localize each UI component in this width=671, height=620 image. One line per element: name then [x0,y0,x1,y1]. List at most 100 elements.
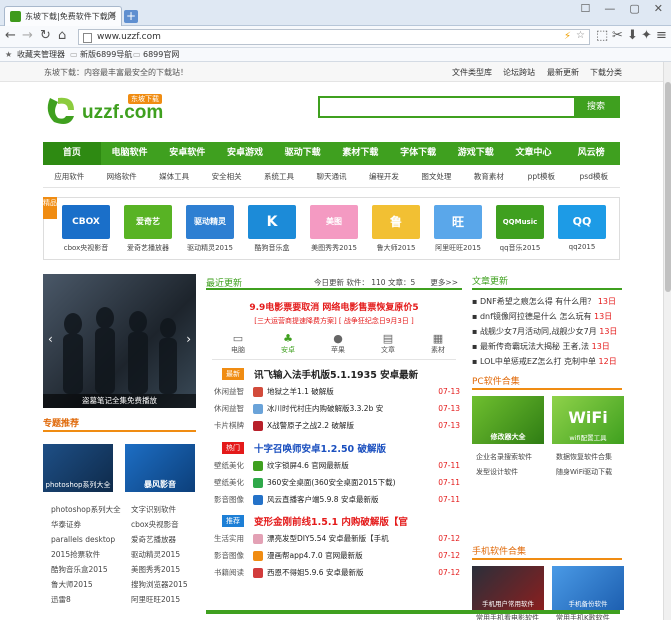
address-bar[interactable]: www.uzzf.com ⚡ ☆ [78,29,590,45]
list-item[interactable]: 驱动精灵2015 [131,547,188,562]
list-item[interactable]: ▪ LOL中单惩戒EZ怎么打 克制中单 12日 [472,354,617,369]
back-icon[interactable]: ← [5,29,16,43]
headline[interactable]: 9.9电影票要取消 网络电影售票恢复原价5 [206,300,462,313]
app-tile[interactable]: K 酷狗音乐盒 [242,205,302,253]
close-tab-icon[interactable]: ✕ [109,10,117,21]
search-button[interactable]: 搜索 [574,98,618,116]
subnav-item[interactable]: ppt模板 [515,165,567,187]
menu-icon[interactable]: ≡ [656,29,667,43]
link-latest[interactable]: 最新更新 [547,67,579,78]
restore-icon[interactable]: ☐ [581,2,591,15]
minimize-icon[interactable]: — [604,2,615,15]
mobile-set-thumb-backup[interactable]: 手机备份软件 [552,566,624,610]
subnav-item[interactable]: 教育素材 [463,165,515,187]
more-link[interactable]: 更多>> [430,277,458,288]
refresh-icon[interactable]: ↻ [40,29,51,43]
list-item[interactable]: parallels desktop [51,532,121,547]
block-title[interactable]: 变形金刚前线1.5.1 内购破解版【官 [254,514,408,528]
mobile-set-thumb-common[interactable]: 手机用户常用软件 [472,566,544,610]
link-filetypes[interactable]: 文件类型库 [452,67,492,78]
subnav-item[interactable]: 系统工具 [253,165,305,187]
vertical-scrollbar[interactable] [663,62,671,620]
list-item[interactable]: 美图秀秀2015 [131,562,188,577]
tab-pc[interactable]: ▭ 电脑 [220,332,256,355]
subnav-item[interactable]: 应用软件 [43,165,95,187]
table-row[interactable]: 书籍阅读 西恩不得姐5.9.6 安卓最新版 07-12 [214,567,464,579]
site-logo[interactable]: uzzf.com 东坡下载 [44,92,174,128]
forward-icon[interactable]: → [22,29,33,43]
list-item[interactable]: photoshop系列大全 [51,502,121,517]
bookmark-6899-nav[interactable]: 新版6899导航 [80,48,132,61]
bookmark-6899-site[interactable]: 6899官网 [143,48,179,61]
table-row[interactable]: 休闲益智 冰川时代村庄内购破解版3.3.2b 安 07-13 [214,403,464,415]
lightning-icon[interactable]: ⚡ [564,31,571,42]
list-item[interactable]: ▪ DNF希望之痕怎么得 有什么用？ 13日 [472,294,617,309]
pc-set-thumb-wifi[interactable]: WiFi wifi配置工具 [552,396,624,444]
list-item[interactable]: ▪ 战舰少女7月活动同,战舰少女7月 13日 [472,324,617,339]
topic-thumb-photoshop[interactable]: photoshop系列大全 [43,444,113,492]
subnav-item[interactable]: 编程开发 [358,165,410,187]
link-forum[interactable]: 论坛跨站 [503,67,535,78]
app-tile[interactable]: 爱奇艺 爱奇艺播放器 [118,205,178,253]
list-item[interactable]: ▪ 最新传奇霸玩法大揭秘 王者,法 13日 [472,339,617,354]
block-title[interactable]: 十字召唤师安卓1.2.50 破解版 [254,441,386,455]
nav-games[interactable]: 游戏下载 [447,142,505,165]
promo-banner[interactable]: ‹ › 盗墓笔记全集免费播放 [43,274,196,408]
tab-android[interactable]: ♣ 安卓 [270,332,306,355]
app-tile[interactable]: CBOX cbox央视影音 [56,205,116,253]
app-tile[interactable]: 驱动精灵 驱动精灵2015 [180,205,240,253]
nav-pc-software[interactable]: 电脑软件 [101,142,159,165]
table-row[interactable]: 生活实用 漂亮发型DIY5.54 安卓最新版【手机 07-12 [214,533,464,545]
list-item[interactable]: 爱奇艺播放器 [131,532,188,547]
nav-android-software[interactable]: 安卓软件 [158,142,216,165]
subnav-item[interactable]: 媒体工具 [148,165,200,187]
table-row[interactable]: 影音图像 风云直播客户端5.9.8 安卓最新版 07-11 [214,494,464,506]
extensions-icon[interactable]: ✦ [641,29,652,43]
nav-android-games[interactable]: 安卓游戏 [216,142,274,165]
nav-ranking[interactable]: 风云榜 [562,142,620,165]
list-item[interactable]: cbox央视影音 [131,517,188,532]
tools-icon[interactable]: ✂ [612,29,623,43]
block-title[interactable]: 讯飞输入法手机版5.1.1935 安卓最新 [254,367,418,381]
nav-drivers[interactable]: 驱动下载 [274,142,332,165]
list-item[interactable]: 华泰证券 [51,517,121,532]
subnav-item[interactable]: 图文处理 [410,165,462,187]
list-item[interactable]: 鲁大师2015 [51,577,121,592]
list-item[interactable]: 企业名录搜索软件 [476,450,532,465]
pc-set-thumb-cheats[interactable]: 修改器大全 [472,396,544,444]
table-row[interactable]: 休闲益智 地狱之羊1.1 破解版 07-13 [214,386,464,398]
app-tile[interactable]: QQMusic qq音乐2015 [490,205,550,253]
bookmark-manager[interactable]: 收藏夹管理器 [17,48,65,61]
subline[interactable]: [三大运营商提速降费方案] [ 战争狂纪念日9月3日 ] [206,316,462,326]
table-row[interactable]: 影音图像 漫画帮app4.7.0 官网最新版 07-12 [214,550,464,562]
scrollbar-thumb[interactable] [665,82,671,292]
list-item[interactable]: 迅雷8 [51,592,121,607]
list-item[interactable]: 2015抢票软件 [51,547,121,562]
table-row[interactable]: 壁纸美化 360安全桌面(360安全桌面2015下载) 07-11 [214,477,464,489]
list-item[interactable]: 文字识别软件 [131,502,188,517]
subnav-item[interactable]: psd模板 [568,165,620,187]
app-tile[interactable]: 旺 阿里旺旺2015 [428,205,488,253]
list-item[interactable]: 阿里旺旺2015 [131,592,188,607]
banner-prev-icon[interactable]: ‹ [48,332,53,346]
tab-materials[interactable]: ▦ 素材 [420,332,456,355]
app-tile[interactable]: 美图 美图秀秀2015 [304,205,364,253]
browser-tab[interactable]: 东坡下载|免费软件下载网 ✕ [4,6,122,26]
nav-fonts[interactable]: 字体下载 [389,142,447,165]
banner-next-icon[interactable]: › [186,332,191,346]
app-tile[interactable]: QQ qq2015 [552,205,612,251]
star-icon[interactable]: ☆ [576,30,585,41]
maximize-icon[interactable]: ▢ [629,2,639,15]
link-categories[interactable]: 下载分类 [590,67,622,78]
topic-thumb-storm[interactable]: 暴风影音 [125,444,195,492]
table-row[interactable]: 卡片棋牌 X战警原子之战2.2 破解版 07-13 [214,420,464,432]
list-item[interactable]: 搜狗浏览器2015 [131,577,188,592]
download-icon[interactable]: ⬇ [627,29,638,43]
subnav-item[interactable]: 网络软件 [95,165,147,187]
home-icon[interactable]: ⌂ [58,29,66,43]
tab-apple[interactable]: ● 苹果 [320,332,356,355]
subnav-item[interactable]: 安全相关 [200,165,252,187]
nav-home[interactable]: 首页 [43,142,101,165]
extension-icon[interactable]: ⬚ [596,29,608,43]
tab-articles[interactable]: ▤ 文章 [370,332,406,355]
